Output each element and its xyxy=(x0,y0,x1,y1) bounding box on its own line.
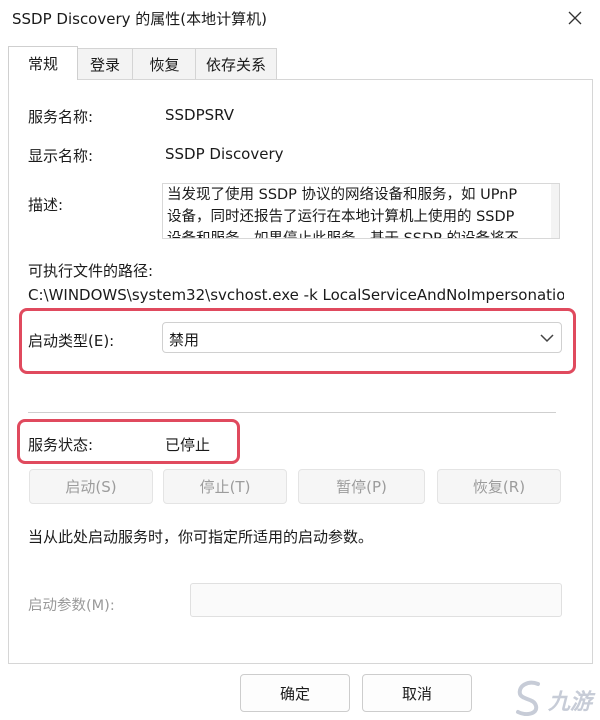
cancel-button[interactable]: 取消 xyxy=(362,674,472,712)
service-name-label: 服务名称: xyxy=(28,108,94,126)
pause-button[interactable]: 暂停(P) xyxy=(298,469,425,504)
separator xyxy=(28,412,556,413)
display-name-label: 显示名称: xyxy=(28,147,94,165)
path-label: 可执行文件的路径: xyxy=(28,262,154,280)
status-label: 服务状态: xyxy=(28,436,94,454)
description-scrollbar[interactable] xyxy=(551,184,559,238)
tab-recovery[interactable]: 恢复 xyxy=(132,48,197,79)
close-icon xyxy=(568,11,582,25)
close-button[interactable] xyxy=(564,7,586,29)
startup-type-value: 禁用 xyxy=(169,331,200,349)
service-name-value: SSDPSRV xyxy=(165,106,235,124)
watermark-icon xyxy=(516,680,540,716)
tab-general[interactable]: 常规 xyxy=(8,46,78,80)
watermark-logo: 九游 xyxy=(508,678,596,718)
display-name-value: SSDP Discovery xyxy=(165,145,284,163)
chevron-down-icon xyxy=(540,334,554,343)
window-title: SSDP Discovery 的属性(本地计算机) xyxy=(12,10,267,28)
ok-button[interactable]: 确定 xyxy=(240,674,350,712)
description-label: 描述: xyxy=(28,196,64,214)
resume-button[interactable]: 恢复(R) xyxy=(437,469,561,504)
path-value: C:\WINDOWS\system32\svchost.exe -k Local… xyxy=(28,286,564,304)
start-button[interactable]: 启动(S) xyxy=(29,469,153,504)
startup-type-label: 启动类型(E): xyxy=(28,332,115,350)
description-line: 当发现了使用 SSDP 协议的网络设备和服务，如 UPnP xyxy=(167,187,518,203)
start-params-input[interactable] xyxy=(190,583,562,617)
start-params-hint: 当从此处启动服务时，你可指定所适用的启动参数。 xyxy=(28,528,374,546)
status-value: 已停止 xyxy=(165,436,211,454)
start-params-label: 启动参数(M): xyxy=(28,598,115,614)
stop-button[interactable]: 停止(T) xyxy=(163,469,287,504)
description-line: 设备，同时还报告了运行在本地计算机上使用的 SSDP xyxy=(167,209,515,225)
tab-logon[interactable]: 登录 xyxy=(76,48,134,79)
startup-type-dropdown[interactable]: 禁用 xyxy=(162,322,562,353)
watermark-text: 九游 xyxy=(548,690,593,715)
description-line: 设备和服务。如果停止此服务，基于 SSDP 的设备将不 xyxy=(167,231,520,239)
tab-dependencies[interactable]: 依存关系 xyxy=(195,48,277,79)
title-bar: SSDP Discovery 的属性(本地计算机) xyxy=(0,0,600,38)
description-textbox[interactable]: 当发现了使用 SSDP 协议的网络设备和服务，如 UPnP 设备，同时还报告了运… xyxy=(162,183,560,239)
